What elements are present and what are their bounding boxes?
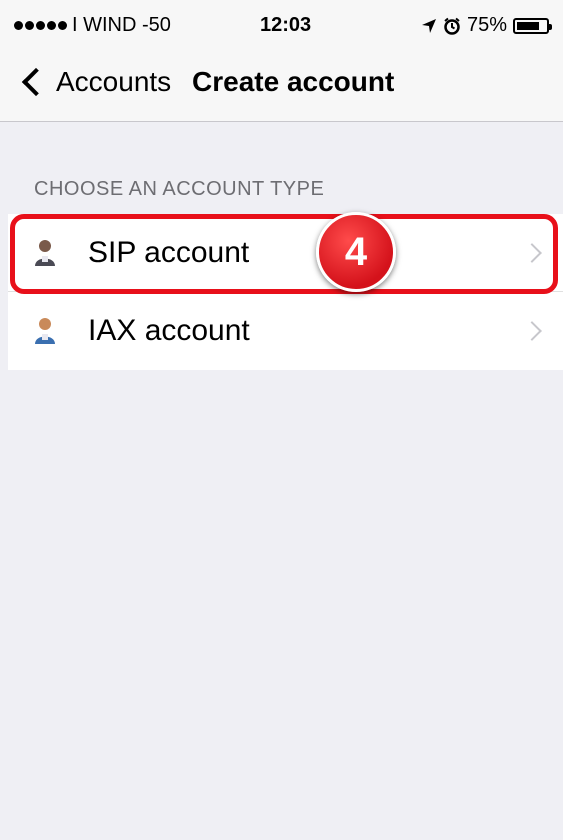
- status-right-group: 75%: [421, 14, 552, 37]
- alarm-icon: [444, 17, 460, 35]
- back-button[interactable]: Accounts: [18, 66, 171, 98]
- page-title: Create account: [192, 66, 395, 97]
- carrier-group: I WIND -50: [14, 14, 171, 37]
- chevron-left-icon: [21, 67, 51, 97]
- section-header: CHOOSE AN ACCOUNT TYPE: [34, 178, 325, 200]
- location-arrow-icon: [421, 18, 436, 33]
- chevron-right-icon: [522, 321, 542, 341]
- back-label: Accounts: [56, 66, 172, 97]
- list-item-iax-account[interactable]: IAX account: [8, 292, 563, 370]
- battery-icon: [513, 17, 552, 34]
- status-time: 12:03: [260, 14, 312, 36]
- battery-percent: 75%: [466, 14, 507, 36]
- user-icon: [35, 318, 55, 344]
- signal-strength-icon: [14, 21, 67, 30]
- list-item-label: IAX account: [88, 314, 250, 347]
- status-bar: I WIND -50 12:03 75%: [0, 0, 563, 50]
- navigation-bar: Accounts Create account: [0, 50, 563, 122]
- step-badge: 4: [316, 212, 396, 292]
- highlight-box: [10, 214, 558, 294]
- carrier-label: I WIND -50: [72, 14, 171, 36]
